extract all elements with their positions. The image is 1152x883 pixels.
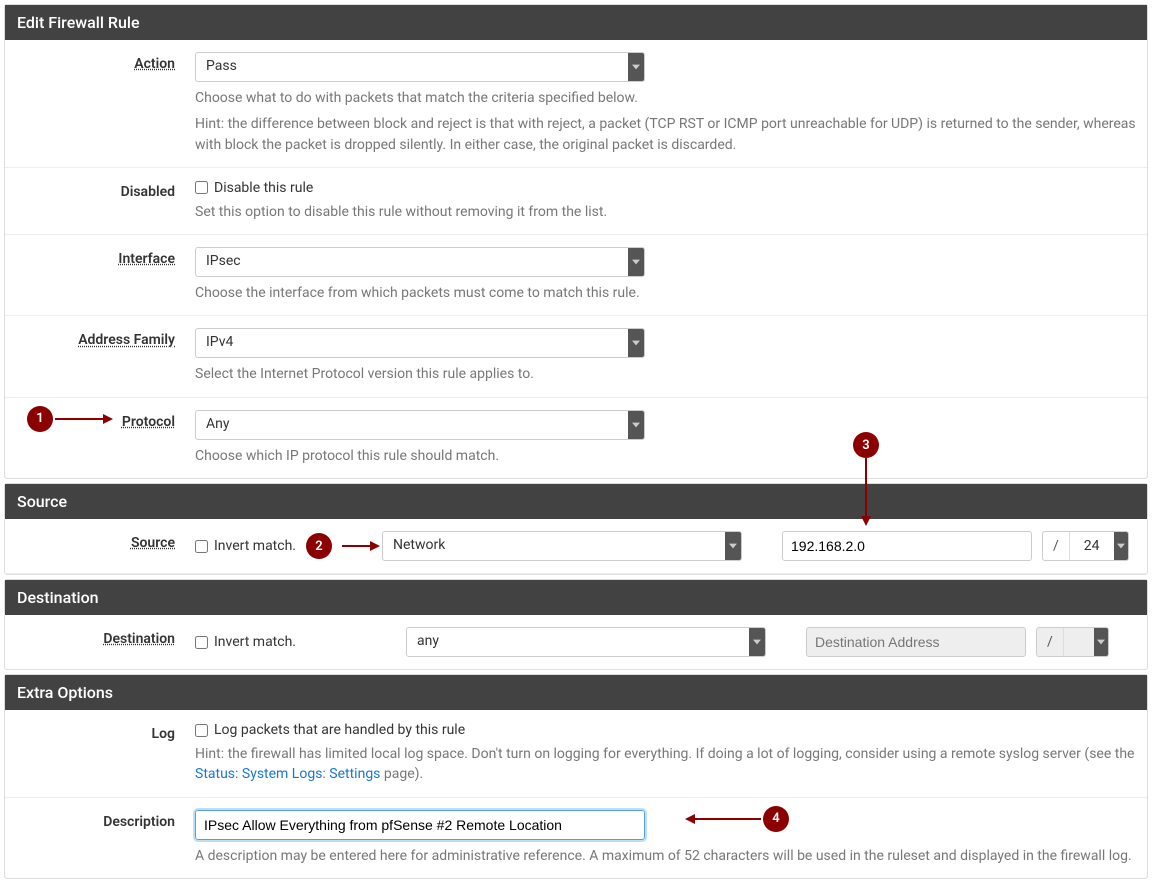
log-checkbox-label: Log packets that are handled by this rul… [214, 722, 465, 738]
log-help: Hint: the firewall has limited local log… [195, 744, 1137, 785]
panel-heading-edit: Edit Firewall Rule [5, 5, 1147, 40]
panel-heading-source: Source [5, 484, 1147, 519]
log-settings-link[interactable]: Status: System Logs: Settings [195, 766, 380, 782]
log-checkbox[interactable] [195, 724, 208, 737]
chevron-down-icon [749, 628, 765, 656]
action-help-2: Hint: the difference between block and r… [195, 114, 1137, 155]
panel-destination: Destination Destination Invert match. an… [4, 579, 1148, 670]
source-invert-label: Invert match. [214, 538, 296, 554]
label-destination: Destination [15, 627, 195, 647]
destination-invert-label: Invert match. [214, 634, 296, 650]
callout-1: 1 [27, 406, 53, 432]
chevron-down-icon [628, 248, 644, 276]
row-log: Log Log packets that are handled by this… [5, 710, 1147, 798]
disabled-help: Set this option to disable this rule wit… [195, 202, 1137, 222]
label-interface: Interface [15, 247, 195, 267]
label-action: Action [15, 52, 195, 72]
disabled-checkbox-label: Disable this rule [214, 180, 313, 196]
protocol-select[interactable]: Any [195, 410, 645, 440]
callout-1-arrow [55, 418, 105, 420]
row-destination: Destination Invert match. any / [5, 615, 1147, 669]
row-address-family: Address Family IPv4 Select the Internet … [5, 316, 1147, 397]
source-type-select[interactable]: Network [382, 531, 742, 561]
chevron-down-icon [1114, 532, 1128, 560]
chevron-down-icon [725, 532, 741, 560]
chevron-down-icon [628, 53, 644, 81]
action-help-1: Choose what to do with packets that matc… [195, 88, 1137, 108]
row-protocol: Protocol Any Choose which IP protocol th… [5, 398, 1147, 478]
row-description: Description A description may be entered… [5, 798, 1147, 878]
callout-3-arrow [865, 458, 867, 518]
label-disabled: Disabled [15, 180, 195, 200]
source-address-input[interactable] [782, 531, 1032, 561]
label-description: Description [15, 810, 195, 830]
source-mask-select[interactable]: / 24 [1042, 531, 1129, 561]
row-interface: Interface IPsec Choose the interface fro… [5, 235, 1147, 316]
row-action: Action Pass Choose what to do with packe… [5, 40, 1147, 168]
row-disabled: Disabled Disable this rule Set this opti… [5, 168, 1147, 235]
label-address-family: Address Family [15, 328, 195, 348]
label-log: Log [15, 722, 195, 742]
callout-4: 4 [763, 806, 789, 832]
callout-2: 2 [306, 533, 332, 559]
panel-source: Source Source Invert match. 2 Network / [4, 483, 1148, 575]
chevron-down-icon [1094, 628, 1108, 656]
interface-help: Choose the interface from which packets … [195, 283, 1137, 303]
panel-edit-firewall-rule: Edit Firewall Rule Action Pass Choose wh… [4, 4, 1148, 479]
source-invert-checkbox[interactable] [195, 540, 208, 553]
address-family-help: Select the Internet Protocol version thi… [195, 364, 1137, 384]
destination-address-input [806, 627, 1026, 657]
disabled-checkbox[interactable] [195, 181, 208, 194]
interface-select[interactable]: IPsec [195, 247, 645, 277]
address-family-select[interactable]: IPv4 [195, 328, 645, 358]
protocol-help: Choose which IP protocol this rule shoul… [195, 446, 1137, 466]
destination-mask-select[interactable]: / [1036, 627, 1109, 657]
action-select[interactable]: Pass [195, 52, 645, 82]
callout-3: 3 [853, 432, 879, 458]
callout-2-arrow [342, 545, 372, 547]
panel-heading-extra: Extra Options [5, 675, 1147, 710]
description-help: A description may be entered here for ad… [195, 846, 1137, 866]
panel-extra-options: Extra Options Log Log packets that are h… [4, 674, 1148, 879]
panel-heading-destination: Destination [5, 580, 1147, 615]
destination-invert-checkbox[interactable] [195, 636, 208, 649]
chevron-down-icon [628, 411, 644, 439]
description-input[interactable] [195, 810, 645, 840]
chevron-down-icon [628, 329, 644, 357]
row-source: Source Invert match. 2 Network / 24 [5, 519, 1147, 574]
callout-4-arrow [693, 818, 761, 820]
destination-type-select[interactable]: any [406, 627, 766, 657]
label-source: Source [15, 531, 195, 551]
